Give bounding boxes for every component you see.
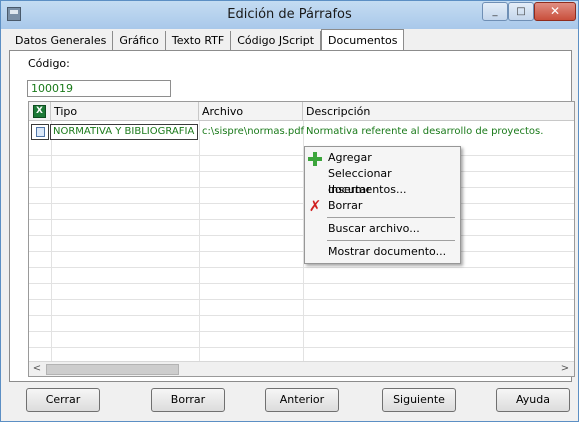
menu-item-label: Agregar [328, 151, 372, 164]
plus-icon [308, 152, 322, 166]
empty-row[interactable] [29, 140, 574, 156]
ayuda-button[interactable]: Ayuda [496, 388, 570, 412]
maximize-button[interactable]: □ [508, 2, 534, 21]
empty-row[interactable] [29, 156, 574, 172]
menu-item-mostrar-documento[interactable]: Mostrar documento... [305, 244, 460, 260]
empty-row[interactable] [29, 268, 574, 284]
siguiente-button[interactable]: Siguiente [382, 388, 456, 412]
table-row[interactable]: NORMATIVA Y BIBLIOGRAFIA ▼ c:\sispre\nor… [29, 124, 574, 140]
grid-header-icon-cell[interactable]: X [29, 102, 51, 121]
title-bar[interactable]: Edición de Párrafos _ □ ✕ [1, 1, 578, 29]
column-header-descripcion[interactable]: Descripción [303, 102, 574, 121]
tab-documentos[interactable]: Documentos [321, 29, 405, 51]
column-header-tipo[interactable]: Tipo [51, 102, 199, 121]
documents-grid[interactable]: X Tipo Archivo Descripción NORMATIVA Y B… [28, 101, 575, 377]
menu-item-buscar-archivo[interactable]: Buscar archivo... [305, 221, 460, 237]
empty-row[interactable] [29, 332, 574, 348]
empty-row[interactable] [29, 252, 574, 268]
empty-row[interactable] [29, 316, 574, 332]
tab-strip: Datos Generales Gráfico Texto RTF Código… [9, 29, 405, 51]
close-button[interactable]: ✕ [534, 2, 576, 21]
codigo-field[interactable]: 100019 [27, 80, 171, 97]
tab-texto-rtf[interactable]: Texto RTF [166, 31, 232, 51]
document-icon [36, 127, 45, 137]
empty-row[interactable] [29, 300, 574, 316]
grid-header: X Tipo Archivo Descripción [29, 102, 574, 121]
menu-item-agregar[interactable]: Agregar [305, 150, 460, 166]
tab-datos-generales[interactable]: Datos Generales [9, 31, 114, 51]
menu-item-borrar[interactable]: ✗ Borrar [305, 198, 460, 214]
minimize-button[interactable]: _ [482, 2, 508, 21]
menu-separator [327, 240, 455, 241]
empty-row[interactable] [29, 204, 574, 220]
tipo-value: NORMATIVA Y BIBLIOGRAFIA [53, 126, 195, 137]
excel-icon[interactable]: X [33, 105, 46, 118]
menu-item-seleccionar-documentos[interactable]: Seleccionar documentos... [305, 166, 460, 196]
scroll-right-arrow[interactable]: > [557, 362, 573, 376]
menu-item-insertar[interactable]: Insertar [305, 182, 460, 198]
empty-row[interactable] [29, 172, 574, 188]
documentos-panel: Código: 100019 X Tipo Archivo Descripció… [9, 50, 575, 382]
tab-codigo-jscript[interactable]: Código JScript [231, 31, 322, 51]
empty-row[interactable] [29, 284, 574, 300]
anterior-button[interactable]: Anterior [265, 388, 339, 412]
descripcion-cell[interactable]: Normativa referente al desarrollo de pro… [306, 124, 543, 140]
tab-grafico[interactable]: Gráfico [113, 31, 166, 51]
scroll-thumb[interactable] [46, 364, 179, 375]
archivo-cell[interactable]: c:\sispre\normas.pdf [202, 124, 304, 140]
context-menu: Agregar Seleccionar documentos... Insert… [304, 146, 461, 264]
menu-separator [327, 217, 455, 218]
borrar-button[interactable]: Borrar [151, 388, 225, 412]
menu-item-label: Borrar [328, 199, 363, 212]
horizontal-scrollbar[interactable]: < > [29, 361, 574, 376]
cerrar-button[interactable]: Cerrar [26, 388, 100, 412]
empty-row[interactable] [29, 188, 574, 204]
scroll-left-arrow[interactable]: < [29, 362, 45, 376]
empty-row[interactable] [29, 236, 574, 252]
tipo-dropdown[interactable]: NORMATIVA Y BIBLIOGRAFIA ▼ [50, 124, 198, 140]
row-selector[interactable] [31, 124, 49, 140]
delete-x-icon: ✗ [308, 197, 322, 215]
codigo-label: Código: [28, 57, 70, 70]
column-header-archivo[interactable]: Archivo [199, 102, 303, 121]
dialog-window: Edición de Párrafos _ □ ✕ Datos Generale… [0, 0, 579, 422]
empty-row[interactable] [29, 220, 574, 236]
